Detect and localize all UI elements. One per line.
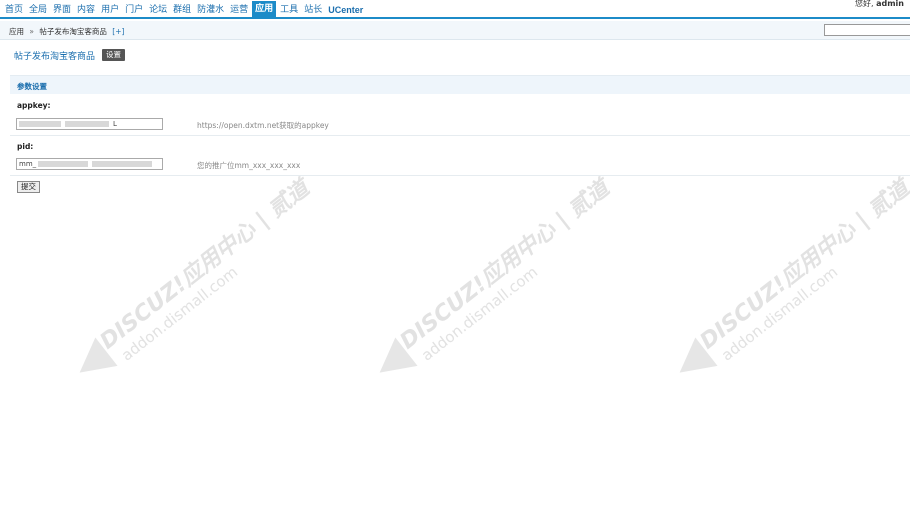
section-header: 参数设置: [10, 75, 910, 94]
appkey-hint: https://open.dxtm.net获取的appkey: [197, 121, 329, 130]
nav-item-apps[interactable]: 应用: [252, 1, 277, 18]
section-title: 参数设置: [17, 82, 47, 91]
watermark-line1: DISCUZ!应用中心 | 贰道: [95, 176, 315, 355]
nav-item-anti-spam[interactable]: 防灌水: [195, 3, 226, 17]
watermark-logo-icon: [368, 337, 418, 387]
nav-item-interface[interactable]: 界面: [51, 3, 73, 17]
watermark-logo-icon: [68, 337, 118, 387]
add-shortcut-link[interactable]: [+]: [112, 27, 124, 36]
watermark-line2: addon.dismall.com: [718, 262, 842, 365]
user-greeting: 您好, admin: [855, 0, 904, 9]
redacted-block: [38, 161, 89, 167]
pid-input[interactable]: mm_: [16, 158, 163, 170]
watermark-line2: addon.dismall.com: [418, 262, 542, 365]
watermark: DISCUZ!应用中心 | 贰道 addon.dismall.com: [68, 176, 315, 387]
page-title: 帖子发布淘宝客商品: [14, 52, 96, 62]
redacted-block: [19, 121, 61, 127]
watermark: DISCUZ!应用中心 | 贰道 addon.dismall.com: [368, 176, 615, 387]
appkey-label: appkey:: [17, 101, 51, 110]
watermark-line2: addon.dismall.com: [118, 262, 242, 365]
nav-item-global[interactable]: 全局: [27, 3, 49, 17]
nav-item-portal[interactable]: 门户: [123, 3, 145, 17]
pid-label: pid:: [17, 142, 34, 151]
top-nav: 首页 全局 界面 内容 用户 门户 论坛 群组 防灌水 运营 应用 工具 站长 …: [0, 0, 910, 19]
breadcrumb-separator: »: [29, 27, 34, 36]
watermark-line1: DISCUZ!应用中心 | 贰道: [695, 176, 910, 355]
nav-item-tools[interactable]: 工具: [278, 3, 300, 17]
redacted-block: [65, 121, 109, 127]
nav-item-groups[interactable]: 群组: [171, 3, 193, 17]
submit-button[interactable]: 提交: [17, 181, 40, 193]
settings-button[interactable]: 设置: [102, 49, 125, 61]
nav-item-webmaster[interactable]: 站长: [302, 3, 324, 17]
pid-hint: 您的推广位mm_xxx_xxx_xxx: [197, 161, 301, 170]
search-input[interactable]: [824, 24, 910, 36]
watermark-logo-icon: [668, 337, 718, 387]
nav-item-forum[interactable]: 论坛: [147, 3, 169, 17]
nav-item-content[interactable]: 内容: [75, 3, 97, 17]
breadcrumb-bar: 应用 » 帖子发布淘宝客商品 [+]: [0, 21, 910, 40]
pid-value-prefix: mm_: [19, 160, 37, 168]
nav-item-home[interactable]: 首页: [3, 3, 25, 17]
row-divider: [10, 175, 910, 176]
nav-item-ucenter[interactable]: UCenter: [326, 3, 365, 17]
nav-item-users[interactable]: 用户: [99, 3, 121, 17]
row-divider: [10, 135, 910, 136]
breadcrumb-current: 帖子发布淘宝客商品: [39, 27, 107, 36]
appkey-value-tail: L: [113, 120, 117, 128]
watermark: DISCUZ!应用中心 | 贰道 addon.dismall.com: [668, 176, 910, 387]
breadcrumb: 应用 » 帖子发布淘宝客商品 [+]: [9, 26, 124, 37]
breadcrumb-root[interactable]: 应用: [9, 27, 24, 36]
greeting-prefix: 您好,: [855, 0, 877, 8]
nav-item-operations[interactable]: 运营: [228, 3, 250, 17]
nav-items: 首页 全局 界面 内容 用户 门户 论坛 群组 防灌水 运营 应用 工具 站长 …: [3, 1, 367, 18]
appkey-input[interactable]: L: [16, 118, 163, 130]
watermark-line1: DISCUZ!应用中心 | 贰道: [395, 176, 615, 355]
redacted-block: [92, 161, 153, 167]
username[interactable]: admin: [876, 0, 904, 8]
